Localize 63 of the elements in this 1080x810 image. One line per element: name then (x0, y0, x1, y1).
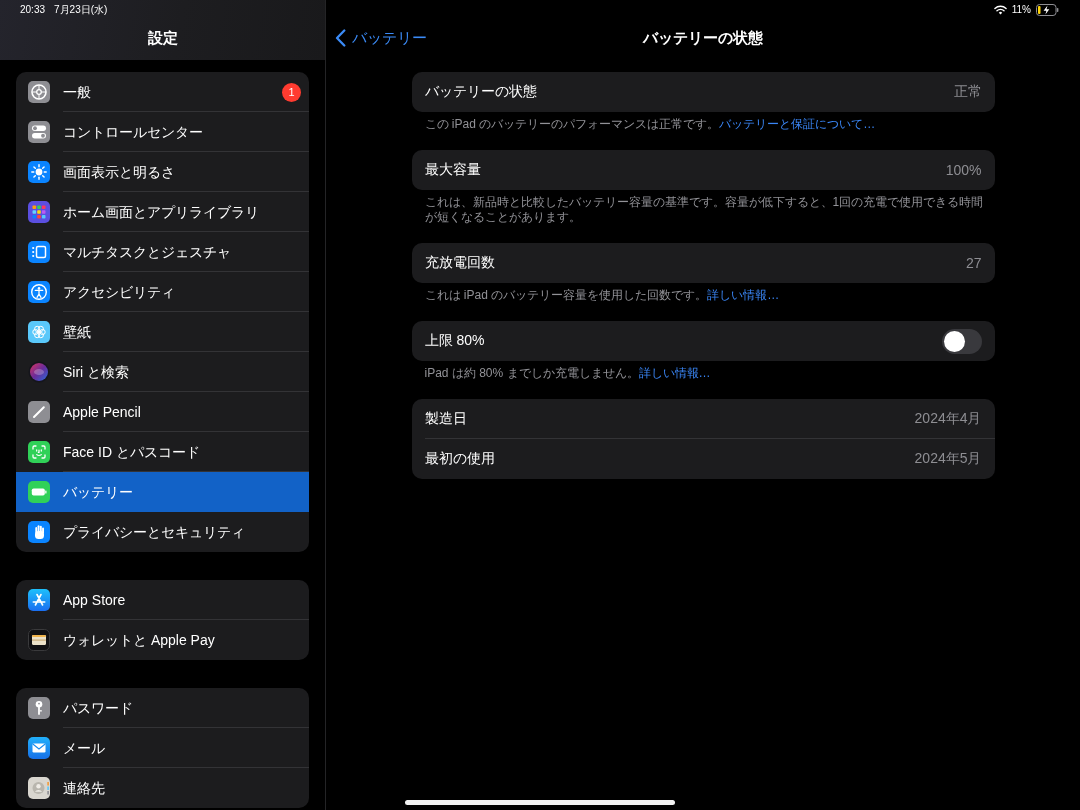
sidebar-item[interactable]: App Store (16, 580, 309, 620)
sidebar-item[interactable]: Face ID とパスコード (16, 432, 309, 472)
battery-icon (28, 481, 50, 503)
row-label: 製造日 (424, 410, 467, 428)
row-value: 正常 (953, 83, 982, 101)
sidebar-item[interactable]: ウォレットと Apple Pay (16, 620, 309, 660)
gear-icon (28, 81, 50, 103)
contact-icon (28, 777, 50, 799)
envelope-icon (28, 737, 50, 759)
sidebar-item[interactable]: マルチタスクとジェスチャ (16, 232, 309, 272)
face-icon (28, 441, 50, 463)
sidebar-item[interactable]: コントロールセンター (16, 112, 309, 152)
sun-icon (28, 161, 50, 183)
orb-icon (28, 361, 50, 383)
chevron-left-icon (335, 29, 346, 47)
sidebar-item[interactable]: 画面表示と明るさ (16, 152, 309, 192)
app-store-icon (28, 589, 50, 611)
sidebar-item[interactable]: 壁紙 (16, 312, 309, 352)
notification-badge: 1 (282, 82, 301, 102)
footer-note: これは、新品時と比較したバッテリー容量の基準です。容量が低下すると、1回の充電で使用できる時間が短くなることがあります。 (423, 194, 985, 226)
wifi-icon (993, 5, 1007, 15)
row-label: 上限 80% (424, 332, 485, 350)
row-label: バッテリーの状態 (424, 83, 537, 101)
key-icon (28, 697, 50, 719)
battery-charging-icon (1036, 4, 1059, 16)
sidebar-item[interactable]: アクセシビリティ (16, 272, 309, 312)
row-label: 最大容量 (424, 161, 481, 179)
row-value: 27 (965, 255, 982, 271)
sidebar-title: 設定 (146, 29, 179, 48)
page-title: バッテリーの状態 (643, 28, 763, 48)
footer-note: これは iPad のバッテリー容量を使用した回数です。詳しい情報… (423, 287, 781, 304)
sidebar-item[interactable]: バッテリー (16, 472, 309, 512)
wallet-icon (28, 629, 50, 651)
sidebar-item[interactable]: パスワード (16, 688, 309, 728)
sidebar-item[interactable]: 連絡先 (16, 768, 309, 808)
status-time: 20:33 (20, 4, 46, 16)
sidebar-item[interactable]: メール (16, 728, 309, 768)
sidebar-item[interactable]: Apple Pencil (16, 392, 309, 432)
info-link[interactable]: 詳しい情報… (707, 288, 780, 302)
sidebar-item[interactable]: ホーム画面とアプリライブラリ (16, 192, 309, 232)
sidebar-item[interactable]: プライバシーとセキュリティ (16, 512, 309, 552)
app-grid-icon (28, 201, 50, 223)
flower-icon (28, 321, 50, 343)
person-circle-icon (28, 281, 50, 303)
back-button[interactable]: バッテリー (335, 28, 427, 48)
info-link[interactable]: 詳しい情報… (638, 366, 711, 380)
toggle-switch[interactable] (941, 328, 982, 354)
row-label: 充放電回数 (424, 254, 495, 272)
info-link[interactable]: バッテリーと保証について… (719, 117, 876, 131)
sidebar-panel-icon (28, 241, 50, 263)
footer-note: iPad は約 80% までしか充電しません。詳しい情報… (423, 365, 712, 382)
pencil-icon (28, 401, 50, 423)
row-value: 2024年5月 (914, 450, 982, 468)
toggles-icon (28, 121, 50, 143)
row-value: 2024年4月 (914, 410, 982, 428)
row-label: 最初の使用 (424, 450, 495, 468)
battery-percent: 11% (1011, 4, 1031, 16)
sidebar-item[interactable]: 一般 1 (16, 72, 309, 112)
status-date: 7月23日(水) (54, 4, 108, 16)
sidebar-item[interactable]: Siri と検索 (16, 352, 309, 392)
row-value: 100% (945, 162, 982, 178)
footer-note: この iPad のバッテリーのパフォーマンスは正常です。バッテリーと保証について… (423, 116, 877, 133)
hand-icon (28, 521, 50, 543)
